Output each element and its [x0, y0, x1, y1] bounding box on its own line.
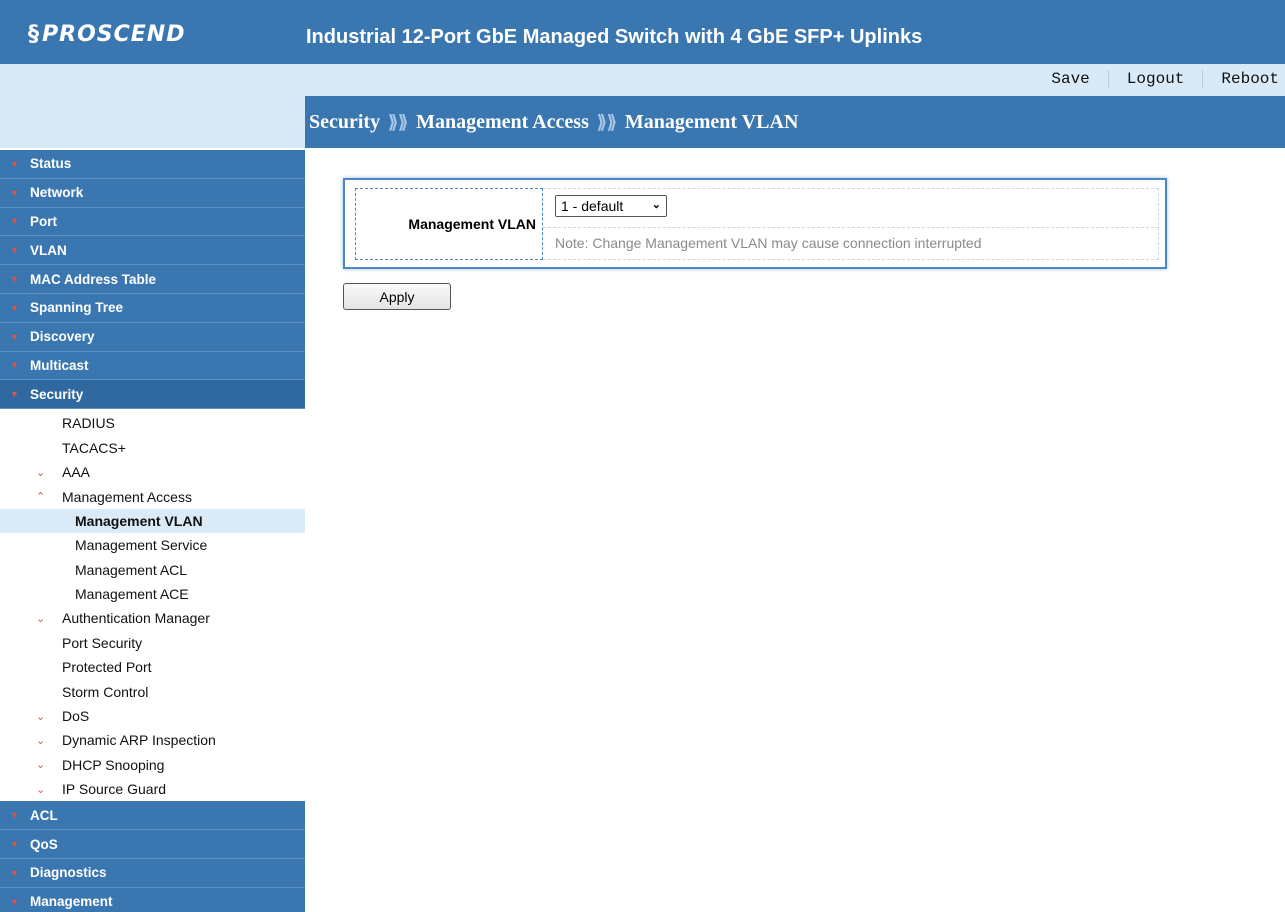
management-vlan-field: 1 - default ⌄ Note: Change Management VL… [543, 188, 1159, 260]
chevron-down-icon: ▼ [10, 810, 19, 821]
sidebar-item-security[interactable]: ▼ Security [0, 380, 305, 410]
management-vlan-select[interactable]: 1 - default ⌄ [555, 195, 667, 217]
chevron-down-icon: ▼ [10, 360, 19, 371]
sidebar-item-qos[interactable]: ▼ QoS [0, 830, 305, 860]
chevron-down-icon: ▼ [10, 245, 19, 256]
chevron-down-icon: ▼ [10, 274, 19, 285]
product-title: Industrial 12-Port GbE Managed Switch wi… [306, 26, 923, 48]
sidebar-item-authentication-manager[interactable]: ⌄ Authentication Manager [0, 606, 305, 630]
management-vlan-panel: Management VLAN 1 - default ⌄ Note: Chan… [343, 178, 1167, 269]
sidebar-item-management-access[interactable]: ⌃ Management Access [0, 484, 305, 508]
sidebar-item-mac-address-table[interactable]: ▼ MAC Address Table [0, 265, 305, 294]
sidebar-item-management-ace[interactable]: Management ACE [0, 582, 305, 606]
chevron-down-icon: ▼ [10, 187, 19, 198]
chevron-down-icon: ▼ [10, 158, 19, 169]
apply-button[interactable]: Apply [343, 283, 451, 310]
chevron-down-icon: ▼ [10, 331, 19, 342]
chevron-down-icon: ⌄ [36, 734, 46, 747]
chevron-down-icon: ▼ [10, 839, 19, 850]
sidebar-item-discovery[interactable]: ▼ Discovery [0, 322, 305, 352]
sidebar-item-management[interactable]: ▼ Management [0, 887, 305, 912]
link-divider [1202, 70, 1204, 88]
select-value: 1 - default [561, 198, 624, 214]
sidebar-item-tacacs[interactable]: TACACS+ [0, 436, 305, 460]
breadcrumb-spacer [0, 96, 305, 148]
chevron-down-icon: ⌄ [36, 783, 46, 796]
sidebar-item-protected-port[interactable]: Protected Port [0, 655, 305, 679]
breadcrumb-item-security: Security [309, 110, 381, 133]
logout-link[interactable]: Logout [1127, 70, 1185, 88]
chevron-down-icon: ⌄ [36, 759, 46, 772]
sidebar-item-diagnostics[interactable]: ▼ Diagnostics [0, 859, 305, 888]
sidebar-item-port[interactable]: ▼ Port [0, 207, 305, 237]
breadcrumb-separator-icon: ⟫⟫ [596, 111, 617, 132]
breadcrumb-item-management-access: Management Access [416, 110, 589, 133]
chevron-down-icon: ▼ [10, 896, 19, 907]
sidebar-item-management-service[interactable]: Management Service [0, 533, 305, 557]
vlan-change-note: Note: Change Management VLAN may cause c… [555, 235, 982, 251]
sidebar-item-status[interactable]: ▼ Status [0, 150, 305, 179]
sidebar-item-acl[interactable]: ▼ ACL [0, 801, 305, 831]
chevron-down-icon: ▼ [10, 302, 19, 313]
sidebar-item-multicast[interactable]: ▼ Multicast [0, 351, 305, 381]
sidebar-item-dynamic-arp-inspection[interactable]: ⌄ Dynamic ARP Inspection [0, 728, 305, 752]
chevron-down-icon: ▼ [10, 389, 19, 400]
security-submenu: RADIUS TACACS+ ⌄ AAA ⌃ Management Access M… [0, 409, 305, 802]
chevron-up-icon: ⌃ [36, 491, 46, 504]
link-divider [1107, 70, 1109, 88]
sidebar-item-port-security[interactable]: Port Security [0, 631, 305, 655]
reboot-link[interactable]: Reboot [1221, 70, 1279, 88]
sidebar-item-storm-control[interactable]: Storm Control [0, 679, 305, 703]
chevron-down-icon: ⌄ [36, 710, 46, 723]
breadcrumb-separator-icon: ⟫⟫ [388, 111, 409, 132]
sidebar-item-aaa[interactable]: ⌄ AAA [0, 460, 305, 484]
sidebar-item-ip-source-guard[interactable]: ⌄ IP Source Guard [0, 777, 305, 801]
chevron-down-icon: ⌄ [36, 612, 46, 625]
top-links: Save Logout Reboot [1051, 70, 1279, 88]
chevron-down-icon: ⌄ [36, 466, 46, 479]
sidebar-item-radius[interactable]: RADIUS [0, 411, 305, 435]
sidebar-item-spanning-tree[interactable]: ▼ Spanning Tree [0, 293, 305, 323]
breadcrumb-item-management-vlan: Management VLAN [624, 110, 799, 133]
top-toolbar: Save Logout Reboot [0, 64, 1285, 96]
header-bar: §PROSCEND Industrial 12-Port GbE Managed… [0, 0, 1285, 64]
field-divider [543, 227, 1159, 228]
sidebar-item-dhcp-snooping[interactable]: ⌄ DHCP Snooping [0, 753, 305, 777]
chevron-down-icon: ▼ [10, 216, 19, 227]
breadcrumb: Security ⟫⟫ Management Access ⟫⟫ Managem… [305, 96, 1285, 148]
chevron-down-icon: ⌄ [651, 199, 661, 211]
sidebar-item-management-vlan[interactable]: Management VLAN [0, 508, 305, 534]
sidebar-item-management-acl[interactable]: Management ACL [0, 558, 305, 582]
sidebar-menu: ▼ Status ▼ Network ▼ Port ▼ VLAN ▼ MAC Addres… [0, 150, 305, 912]
sidebar-item-network[interactable]: ▼ Network [0, 178, 305, 208]
sidebar-item-dos[interactable]: ⌄ DoS [0, 704, 305, 728]
chevron-down-icon: ▼ [10, 867, 19, 878]
sidebar-item-vlan[interactable]: ▼ VLAN [0, 236, 305, 266]
save-link[interactable]: Save [1051, 70, 1089, 88]
management-vlan-label: Management VLAN [355, 188, 543, 260]
logo-mark-icon: § [28, 22, 40, 47]
proscend-logo: §PROSCEND [28, 22, 186, 47]
